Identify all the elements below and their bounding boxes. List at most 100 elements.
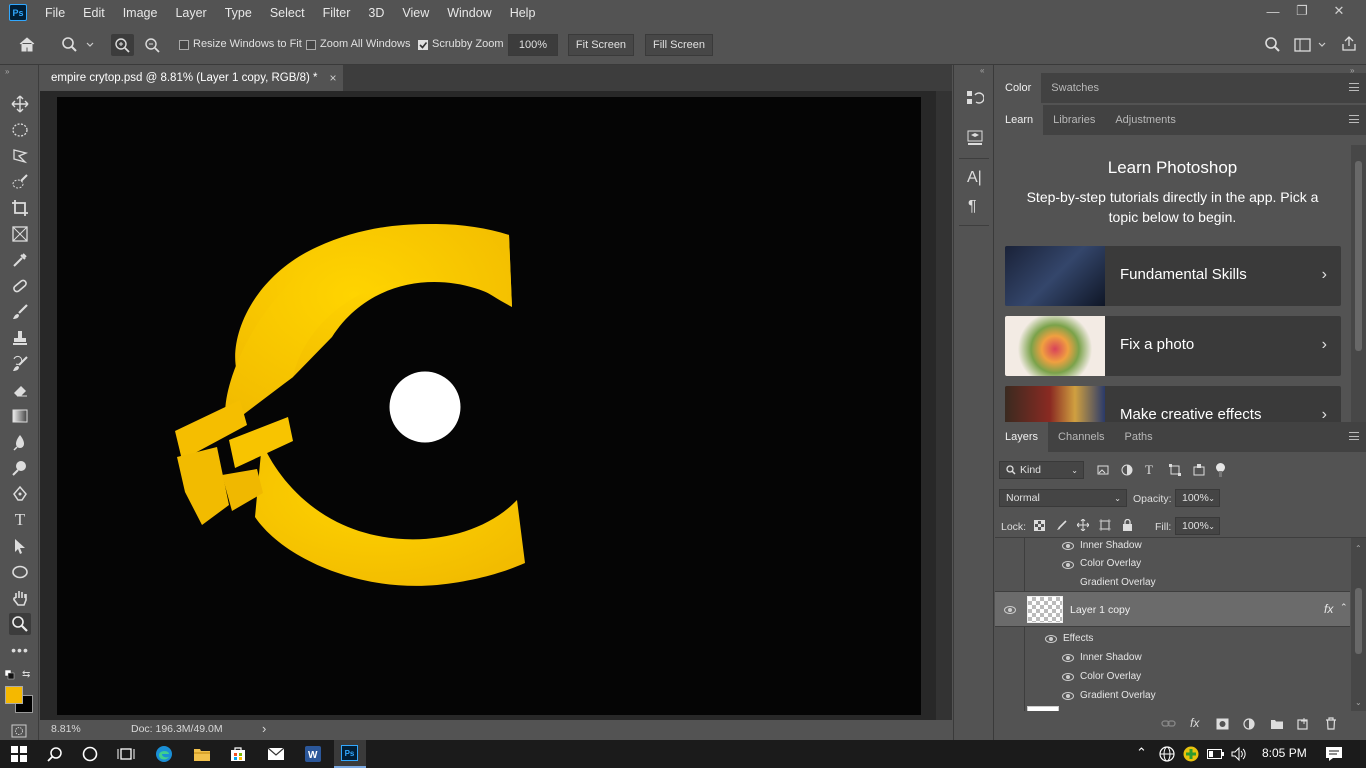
character-panel-icon[interactable]: A|	[967, 169, 982, 187]
menu-edit[interactable]: Edit	[83, 6, 105, 20]
clock-time[interactable]: 8:05 PM	[1262, 746, 1307, 760]
menu-type[interactable]: Type	[225, 6, 252, 20]
layer-fx-badge[interactable]: fx	[1324, 602, 1333, 616]
fx-icon[interactable]: fx	[1190, 716, 1199, 730]
power-status-icon[interactable]	[1183, 746, 1199, 765]
move-tool-icon[interactable]	[9, 93, 31, 115]
adjustment-layer-filter-icon[interactable]	[1121, 464, 1133, 479]
type-layer-filter-icon[interactable]: T	[1145, 462, 1153, 478]
brush-tool-icon[interactable]	[9, 301, 31, 323]
layer-effect-row[interactable]: Gradient Overlay	[995, 686, 1350, 705]
mail-icon[interactable]	[266, 744, 286, 764]
restore-button[interactable]: ❐	[1287, 0, 1317, 22]
hand-tool-icon[interactable]	[9, 587, 31, 609]
word-icon[interactable]: W	[303, 744, 323, 764]
blur-tool-icon[interactable]	[9, 431, 31, 453]
scrubby-zoom-checkbox[interactable]	[418, 40, 428, 50]
path-selection-tool-icon[interactable]	[9, 535, 31, 557]
zoom-all-checkbox[interactable]	[306, 40, 316, 50]
pen-tool-icon[interactable]	[9, 483, 31, 505]
eye-icon[interactable]	[1004, 606, 1016, 614]
network-globe-icon[interactable]	[1159, 746, 1175, 765]
learn-panel-menu-icon[interactable]	[1349, 115, 1359, 123]
show-hidden-icons-icon[interactable]: ⌃	[1136, 745, 1147, 761]
fit-screen-button[interactable]: Fit Screen	[568, 34, 634, 56]
search-icon[interactable]	[45, 744, 65, 764]
filter-toggle-switch[interactable]	[1216, 463, 1225, 477]
home-icon[interactable]	[18, 36, 36, 56]
workspace-icon[interactable]	[1294, 38, 1328, 57]
smart-object-filter-icon[interactable]	[1193, 464, 1205, 479]
layer-effect-row[interactable]: Color Overlay	[995, 667, 1350, 686]
trash-icon[interactable]	[1325, 717, 1337, 733]
menu-select[interactable]: Select	[270, 6, 305, 20]
layer-filter-kind[interactable]: Kind ⌄	[999, 461, 1084, 479]
healing-brush-tool-icon[interactable]	[9, 275, 31, 297]
eye-icon[interactable]	[1062, 692, 1074, 700]
marquee-tool-icon[interactable]	[9, 119, 31, 141]
shape-layer-filter-icon[interactable]	[1169, 464, 1181, 479]
zoom-value-field[interactable]: 100%	[508, 34, 558, 56]
tab-learn[interactable]: Learn	[995, 105, 1044, 135]
learn-card-fix-a-photo[interactable]: Fix a photo ›	[1005, 316, 1341, 376]
menu-layer[interactable]: Layer	[175, 6, 206, 20]
quick-selection-tool-icon[interactable]	[9, 171, 31, 193]
layers-panel-menu-icon[interactable]	[1349, 432, 1359, 440]
close-document-button[interactable]: ×	[330, 71, 337, 85]
effects-header-row[interactable]: Effects	[995, 629, 1350, 648]
learn-scrollbar[interactable]	[1351, 145, 1366, 422]
zoom-tool-preset-icon[interactable]	[60, 36, 96, 57]
eye-icon[interactable]	[1062, 654, 1074, 662]
history-brush-tool-icon[interactable]	[9, 353, 31, 375]
menu-window[interactable]: Window	[447, 6, 491, 20]
eye-icon[interactable]	[1062, 561, 1074, 569]
collapse-toolbar-icon[interactable]: »	[5, 67, 9, 76]
gradient-tool-icon[interactable]	[9, 405, 31, 427]
lock-image-pixels-icon[interactable]	[1056, 520, 1067, 534]
menu-filter[interactable]: Filter	[323, 6, 351, 20]
adjustment-layer-icon[interactable]	[1243, 718, 1255, 733]
history-panel-icon[interactable]	[966, 89, 985, 110]
fill-screen-button[interactable]: Fill Screen	[645, 34, 713, 56]
tab-channels[interactable]: Channels	[1048, 422, 1114, 452]
quick-mask-icon[interactable]	[11, 724, 27, 741]
swap-colors-icon[interactable]: ⇆	[22, 669, 30, 680]
tab-color[interactable]: Color	[995, 73, 1042, 103]
color-panel-menu-icon[interactable]	[1349, 83, 1359, 91]
menu-view[interactable]: View	[402, 6, 429, 20]
new-layer-icon[interactable]	[1297, 718, 1309, 733]
clone-stamp-tool-icon[interactable]	[9, 327, 31, 349]
vertical-scrollbar[interactable]	[936, 91, 952, 720]
notifications-icon[interactable]	[1325, 746, 1343, 765]
cortana-icon[interactable]	[80, 744, 100, 764]
photoshop-taskbar-button[interactable]: Ps	[334, 740, 366, 768]
volume-icon[interactable]	[1230, 746, 1248, 765]
menu-image[interactable]: Image	[123, 6, 158, 20]
close-button[interactable]: ✕	[1324, 0, 1354, 22]
layers-scrollbar[interactable]: ⌃ ⌄	[1351, 538, 1366, 711]
lock-artboard-icon[interactable]	[1099, 519, 1111, 534]
paragraph-panel-icon[interactable]: ¶	[968, 198, 977, 216]
collapse-effects-icon[interactable]: ⌃	[1340, 602, 1348, 613]
eyedropper-tool-icon[interactable]	[9, 249, 31, 271]
type-tool-icon[interactable]: T	[9, 509, 31, 531]
zoom-out-mode-icon[interactable]	[141, 34, 164, 56]
tab-paths[interactable]: Paths	[1115, 422, 1163, 452]
group-layers-icon[interactable]	[1270, 718, 1284, 733]
layer-row-layer-1-copy[interactable]: Layer 1 copy fx ⌃	[995, 591, 1350, 627]
eye-icon[interactable]	[1045, 635, 1057, 643]
lasso-tool-icon[interactable]	[9, 145, 31, 167]
layer-effect-row[interactable]: Inner Shadow	[995, 648, 1350, 667]
document-tab[interactable]: empire crytop.psd @ 8.81% (Layer 1 copy,…	[40, 65, 343, 91]
tab-layers[interactable]: Layers	[995, 422, 1049, 452]
edit-toolbar-icon[interactable]: •••	[9, 639, 31, 661]
search-icon[interactable]	[1264, 36, 1282, 57]
crop-tool-icon[interactable]	[9, 197, 31, 219]
resize-windows-checkbox[interactable]	[179, 40, 189, 50]
windows-start-icon[interactable]	[9, 744, 29, 764]
lock-transparent-pixels-icon[interactable]	[1034, 520, 1045, 534]
canvas[interactable]	[57, 97, 921, 715]
3d-panel-icon[interactable]	[966, 129, 984, 150]
foreground-color-swatch[interactable]	[5, 686, 23, 704]
status-menu-arrow[interactable]: ›	[262, 721, 266, 736]
